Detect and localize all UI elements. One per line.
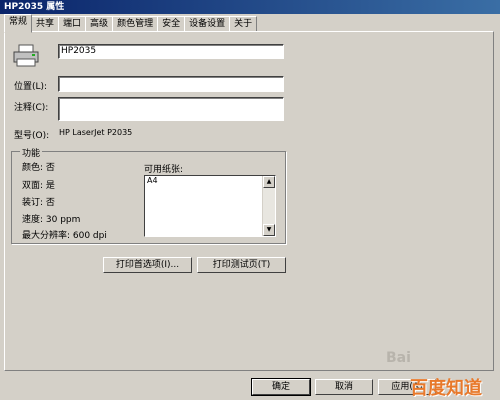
window-title: HP2035 属性 [0,0,500,14]
location-label: 位置(L): [14,82,48,92]
tab-sharing[interactable]: 共享 [31,16,60,32]
feature-duplex: 双面: 是 [22,181,55,191]
comment-input[interactable] [58,97,284,121]
tab-general[interactable]: 常规 [4,14,33,33]
watermark-site: 百度知道 [410,378,482,399]
tab-advanced[interactable]: 高级 [85,16,114,32]
tab-device-settings[interactable]: 设备设置 [184,16,231,32]
paper-scrollbar[interactable]: ▲ ▼ [262,176,275,236]
feature-color: 颜色: 否 [22,163,55,173]
paper-label: 可用纸张: [144,165,184,175]
arrow-down-icon[interactable]: ▼ [263,224,275,236]
print-test-page-button[interactable]: 打印测试页(T) [197,257,286,273]
feature-speed: 速度: 30 ppm [22,215,81,225]
paper-listbox[interactable]: A4 ▲ ▼ [144,175,276,237]
printing-preferences-button[interactable]: 打印首选项(I)... [103,257,192,273]
tab-about[interactable]: 关于 [229,16,258,32]
ok-button[interactable]: 确定 [251,378,311,396]
model-label: 型号(O): [14,131,50,141]
model-value: HP LaserJet P2035 [59,128,133,137]
tab-color-management[interactable]: 颜色管理 [112,16,159,32]
printer-name-input[interactable]: HP2035 [58,44,284,59]
arrow-up-icon[interactable]: ▲ [263,176,275,188]
printer-icon [13,44,39,67]
tab-ports[interactable]: 端口 [58,16,87,32]
tab-strip: 常规 共享 端口 高级 颜色管理 安全 设备设置 关于 [4,14,258,33]
cancel-button[interactable]: 取消 [315,379,373,395]
watermark-brand: Bai [386,350,411,366]
location-input[interactable] [58,76,284,92]
feature-resolution: 最大分辨率: 600 dpi [22,231,107,241]
paper-item-a4[interactable]: A4 [145,176,275,186]
tab-security[interactable]: 安全 [157,16,186,32]
features-title: 功能 [20,146,43,159]
comment-label: 注释(C): [14,103,49,113]
feature-staple: 装订: 否 [22,198,55,208]
